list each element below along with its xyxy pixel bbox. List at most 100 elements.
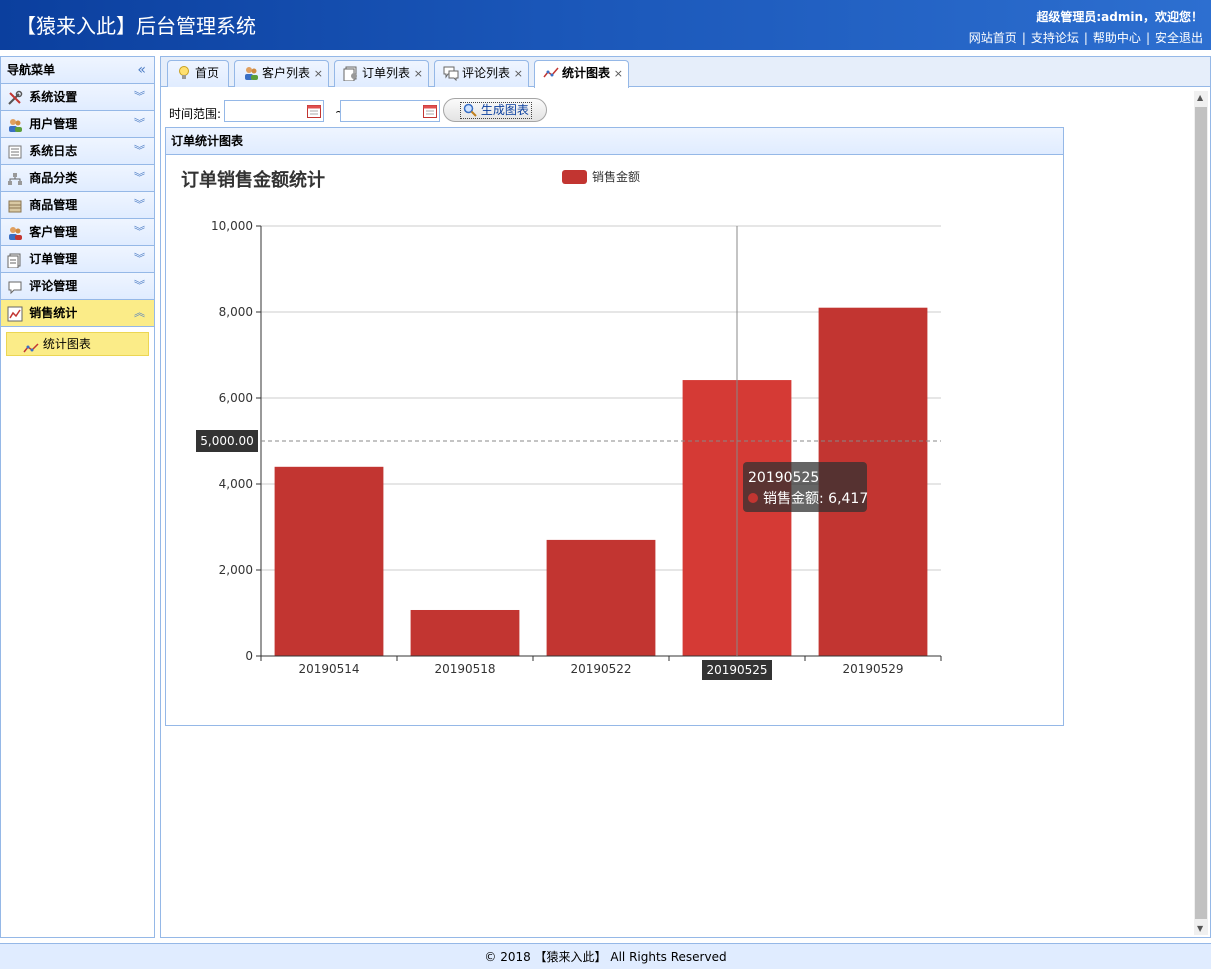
- link-home[interactable]: 网站首页: [969, 31, 1017, 45]
- customers-icon: [243, 65, 259, 81]
- bar[interactable]: [546, 539, 656, 656]
- range-label: 时间范围:: [169, 107, 222, 121]
- sidebar-item-label: 评论管理: [29, 279, 78, 293]
- log-icon: [7, 143, 23, 159]
- end-date-input[interactable]: [340, 100, 440, 122]
- panel-title: 订单统计图表: [166, 128, 1063, 155]
- collapse-double-left-icon[interactable]: «: [137, 57, 146, 84]
- scrollbar-thumb[interactable]: [1195, 107, 1207, 919]
- tab-label: 评论列表: [462, 66, 511, 80]
- sidebar-item-customer-management[interactable]: 客户管理 ︾: [1, 219, 154, 246]
- tab-order-list[interactable]: 订单列表 ×: [334, 60, 429, 87]
- tooltip-series-dot: [748, 493, 758, 503]
- sidebar-item-user-management[interactable]: 用户管理 ︾: [1, 111, 154, 138]
- sidebar-item-order-management[interactable]: 订单管理 ︾: [1, 246, 154, 273]
- welcome-text: 超级管理员:admin，欢迎您！: [1036, 10, 1203, 24]
- calendar-icon[interactable]: [307, 104, 321, 118]
- legend-label: 销售金额: [592, 169, 640, 184]
- y-tick-label: 6,000: [219, 391, 253, 405]
- copyright-text: © 2018 【猿来入此】 All Rights Reserved: [484, 950, 727, 964]
- app-title: 【猿来入此】后台管理系统: [16, 14, 256, 38]
- tab-bar: 首页 客户列表 × 订单列表 × 评论列表 × 统计图表 ×: [161, 57, 1210, 88]
- collapse-chevron-icon: ︽: [134, 306, 145, 319]
- close-icon[interactable]: ×: [514, 61, 523, 86]
- tab-label: 客户列表: [262, 66, 311, 80]
- link-forum[interactable]: 支持论坛: [1031, 31, 1079, 45]
- orders-icon: [343, 65, 359, 81]
- tooltip-category: 20190525: [748, 470, 819, 486]
- chart-icon: [7, 305, 23, 321]
- y-tick-label: 4,000: [219, 477, 253, 491]
- sidebar-item-goods-management[interactable]: 商品管理 ︾: [1, 192, 154, 219]
- y-tick-label: 0: [245, 649, 253, 663]
- comment-icon: [7, 278, 23, 294]
- nav-menu-title: 导航菜单: [7, 63, 56, 77]
- chart-legend[interactable]: 销售金额: [562, 169, 640, 184]
- sidebar-item-system-log[interactable]: 系统日志 ︾: [1, 138, 154, 165]
- link-help[interactable]: 帮助中心: [1093, 31, 1141, 45]
- expand-chevron-icon: ︾: [134, 90, 145, 103]
- tab-comment-list[interactable]: 评论列表 ×: [434, 60, 529, 87]
- expand-chevron-icon: ︾: [134, 225, 145, 238]
- generate-chart-label: 生成图表: [480, 103, 529, 117]
- x-tick-label: 20190518: [434, 662, 495, 676]
- sidebar-item-label: 销售统计: [29, 306, 78, 320]
- close-icon[interactable]: ×: [614, 61, 623, 86]
- y-tick-label: 10,000: [211, 219, 253, 233]
- vertical-scrollbar[interactable]: ▲ ▼: [1194, 91, 1208, 935]
- tools-icon: [7, 89, 23, 105]
- nav-menu-header: 导航菜单 «: [1, 57, 154, 84]
- legend-swatch: [562, 170, 587, 184]
- users-icon: [7, 116, 23, 132]
- sidebar-item-sales-statistics[interactable]: 销售统计 ︽: [1, 300, 154, 327]
- goods-icon: [7, 197, 23, 213]
- comment-icon: [443, 65, 459, 81]
- link-logout[interactable]: 安全退出: [1155, 31, 1203, 45]
- calendar-icon[interactable]: [423, 104, 437, 118]
- scroll-up-arrow-icon[interactable]: ▲: [1197, 93, 1203, 102]
- start-date-input[interactable]: [224, 100, 324, 122]
- orders-icon: [7, 251, 23, 268]
- header-links: 网站首页 | 支持论坛 | 帮助中心 | 安全退出: [969, 29, 1203, 46]
- submenu-item-chart[interactable]: 统计图表: [6, 332, 149, 356]
- link-separator: |: [1145, 31, 1150, 45]
- sidebar-item-system-settings[interactable]: 系统设置 ︾: [1, 84, 154, 111]
- expand-chevron-icon: ︾: [134, 252, 145, 265]
- close-icon[interactable]: ×: [314, 61, 323, 86]
- x-tick-label: 20190525: [706, 663, 767, 677]
- sales-submenu: 统计图表: [1, 327, 154, 367]
- main-content: 首页 客户列表 × 订单列表 × 评论列表 × 统计图表 × 时间范围: ~: [160, 56, 1211, 938]
- close-icon[interactable]: ×: [414, 61, 423, 86]
- tab-home[interactable]: 首页: [167, 60, 229, 87]
- generate-chart-button[interactable]: 生成图表: [443, 98, 547, 122]
- sidebar-item-label: 系统设置: [29, 90, 78, 104]
- link-separator: |: [1083, 31, 1088, 45]
- chart-title: 订单销售金额统计: [181, 169, 325, 191]
- line-chart-icon: [543, 65, 559, 81]
- sidebar-item-comment-management[interactable]: 评论管理 ︾: [1, 273, 154, 300]
- expand-chevron-icon: ︾: [134, 171, 145, 184]
- tab-chart[interactable]: 统计图表 ×: [534, 60, 629, 88]
- bar[interactable]: [410, 609, 520, 656]
- sidebar-nav: 导航菜单 « 系统设置 ︾ 用户管理 ︾ 系统日志 ︾ 商品分类 ︾ 商品管理 …: [0, 56, 155, 938]
- sidebar-item-label: 系统日志: [29, 144, 78, 158]
- x-tick-label: 20190514: [298, 662, 359, 676]
- expand-chevron-icon: ︾: [134, 279, 145, 292]
- tab-customer-list[interactable]: 客户列表 ×: [234, 60, 329, 87]
- chart-panel: 订单统计图表 订单销售金额统计 销售金额 0 2,000 4,000 6,000 8,0…: [165, 127, 1064, 726]
- line-chart-icon: [23, 339, 39, 352]
- scroll-down-arrow-icon[interactable]: ▼: [1197, 924, 1203, 933]
- sales-bar-chart: 订单销售金额统计 销售金额 0 2,000 4,000 6,000 8,000 10,00…: [181, 169, 942, 680]
- sidebar-item-goods-category[interactable]: 商品分类 ︾: [1, 165, 154, 192]
- submenu-item-label: 统计图表: [42, 337, 91, 351]
- app-header: 【猿来入此】后台管理系统 超级管理员:admin，欢迎您！ 网站首页 | 支持论坛 |…: [0, 0, 1211, 50]
- bar[interactable]: [274, 466, 384, 656]
- tooltip-value: 销售金额: 6,417: [763, 491, 868, 507]
- sidebar-item-label: 商品分类: [29, 171, 78, 185]
- link-separator: |: [1021, 31, 1026, 45]
- expand-chevron-icon: ︾: [134, 144, 145, 157]
- expand-chevron-icon: ︾: [134, 117, 145, 130]
- y-tick-label: 2,000: [219, 563, 253, 577]
- category-icon: [7, 170, 23, 186]
- customers-icon: [7, 224, 23, 240]
